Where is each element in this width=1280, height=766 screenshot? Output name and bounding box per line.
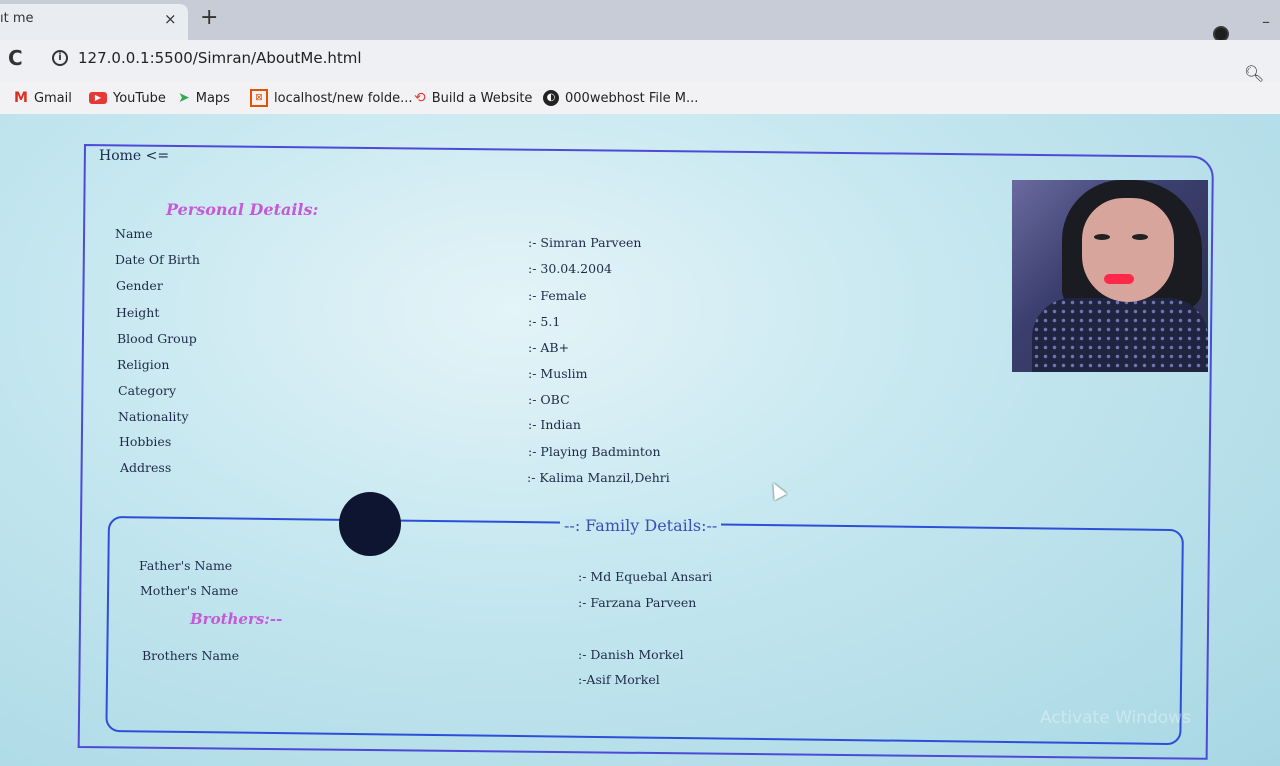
label-mother-name: Mother's Name [140,583,239,598]
minimize-icon[interactable]: – [1262,12,1270,31]
url-field[interactable]: 127.0.0.1:5500/Simran/AboutMe.html [78,49,362,67]
value-hobbies: :- Playing Badminton [528,444,661,459]
bookmark-label: Maps [195,90,230,106]
label-hobbies: Hobbies [119,434,172,449]
bookmark-label: Build a Website [431,90,533,106]
value-nationality: :- Indian [528,417,581,432]
value-blood-group: :- AB+ [528,340,570,355]
bookmark-label: YouTube [113,90,166,106]
label-dob: Date Of Birth [115,252,200,267]
brothers-heading: Brothers:-- [190,610,283,628]
camera-blot [339,492,401,556]
value-gender: :- Female [528,288,587,303]
label-religion: Religion [117,357,170,372]
value-address: :- Kalima Manzil,Dehri [527,470,670,485]
reload-icon[interactable]: C [8,46,23,70]
bookmarks-bar: M Gmail ▶ YouTube ➤ Maps ⊠ localhost/new… [0,82,1280,114]
localhost-icon: ⊠ [250,89,268,107]
label-category: Category [118,383,177,398]
close-icon[interactable]: × [164,10,177,28]
bookmark-youtube[interactable]: ▶ YouTube [89,82,166,114]
zoom-icon[interactable]: 🔍︎ [1244,64,1264,83]
value-name: :- Simran Parveen [528,235,642,250]
site-info-icon[interactable]: i [52,50,68,66]
bookmark-build-website[interactable]: ⟲ Build a Website [414,82,532,114]
webhost-icon: ◐ [543,90,559,106]
value-mother-name: :- Farzana Parveen [578,595,697,610]
activate-windows-watermark: Activate Windows [1040,708,1191,728]
bookmark-gmail[interactable]: M Gmail [14,82,72,114]
value-dob: :- 30.04.2004 [528,261,612,276]
family-details-frame [105,516,1184,746]
maps-icon: ➤ [178,90,190,106]
value-brother-2: :-Asif Morkel [578,672,660,687]
family-details-heading: --: Family Details:-- [560,516,722,538]
bookmark-maps[interactable]: ➤ Maps [178,82,230,114]
personal-details-heading: Personal Details: [166,200,319,219]
home-link[interactable]: Home <= [99,148,169,164]
value-father-name: :- Md Equebal Ansari [578,569,713,584]
bookmark-label: Gmail [33,90,72,106]
label-height: Height [116,305,160,320]
label-gender: Gender [116,278,163,293]
bookmark-label: 000webhost File M... [565,90,699,106]
value-height: :- 5.1 [528,314,561,329]
label-brothers-name: Brothers Name [142,648,240,663]
tab-title: ıt me [0,11,34,26]
gmail-icon: M [14,90,28,106]
page-viewport: Home <= Personal Details: Name Date Of B… [0,114,1280,766]
label-father-name: Father's Name [139,558,233,573]
value-brother-1: :- Danish Morkel [578,647,684,662]
bookmark-label: localhost/new folde... [274,90,413,106]
build-website-icon: ⟲ [414,90,426,106]
youtube-icon: ▶ [89,92,107,104]
bookmark-localhost[interactable]: ⊠ localhost/new folde... [250,82,413,114]
address-bar: C i 127.0.0.1:5500/Simran/AboutMe.html 🔍… [0,40,1280,83]
profile-photo [1012,180,1208,372]
label-address: Address [120,460,172,475]
tab-bar: ıt me × + – [0,0,1280,42]
value-category: :- OBC [528,392,570,407]
label-name: Name [115,226,153,241]
new-tab-icon[interactable]: + [200,6,218,30]
bookmark-webhost[interactable]: ◐ 000webhost File M... [543,82,698,114]
label-nationality: Nationality [118,409,189,424]
value-religion: :- Muslim [528,366,588,381]
browser-tab[interactable]: ıt me × [0,4,188,40]
label-blood-group: Blood Group [117,331,197,346]
